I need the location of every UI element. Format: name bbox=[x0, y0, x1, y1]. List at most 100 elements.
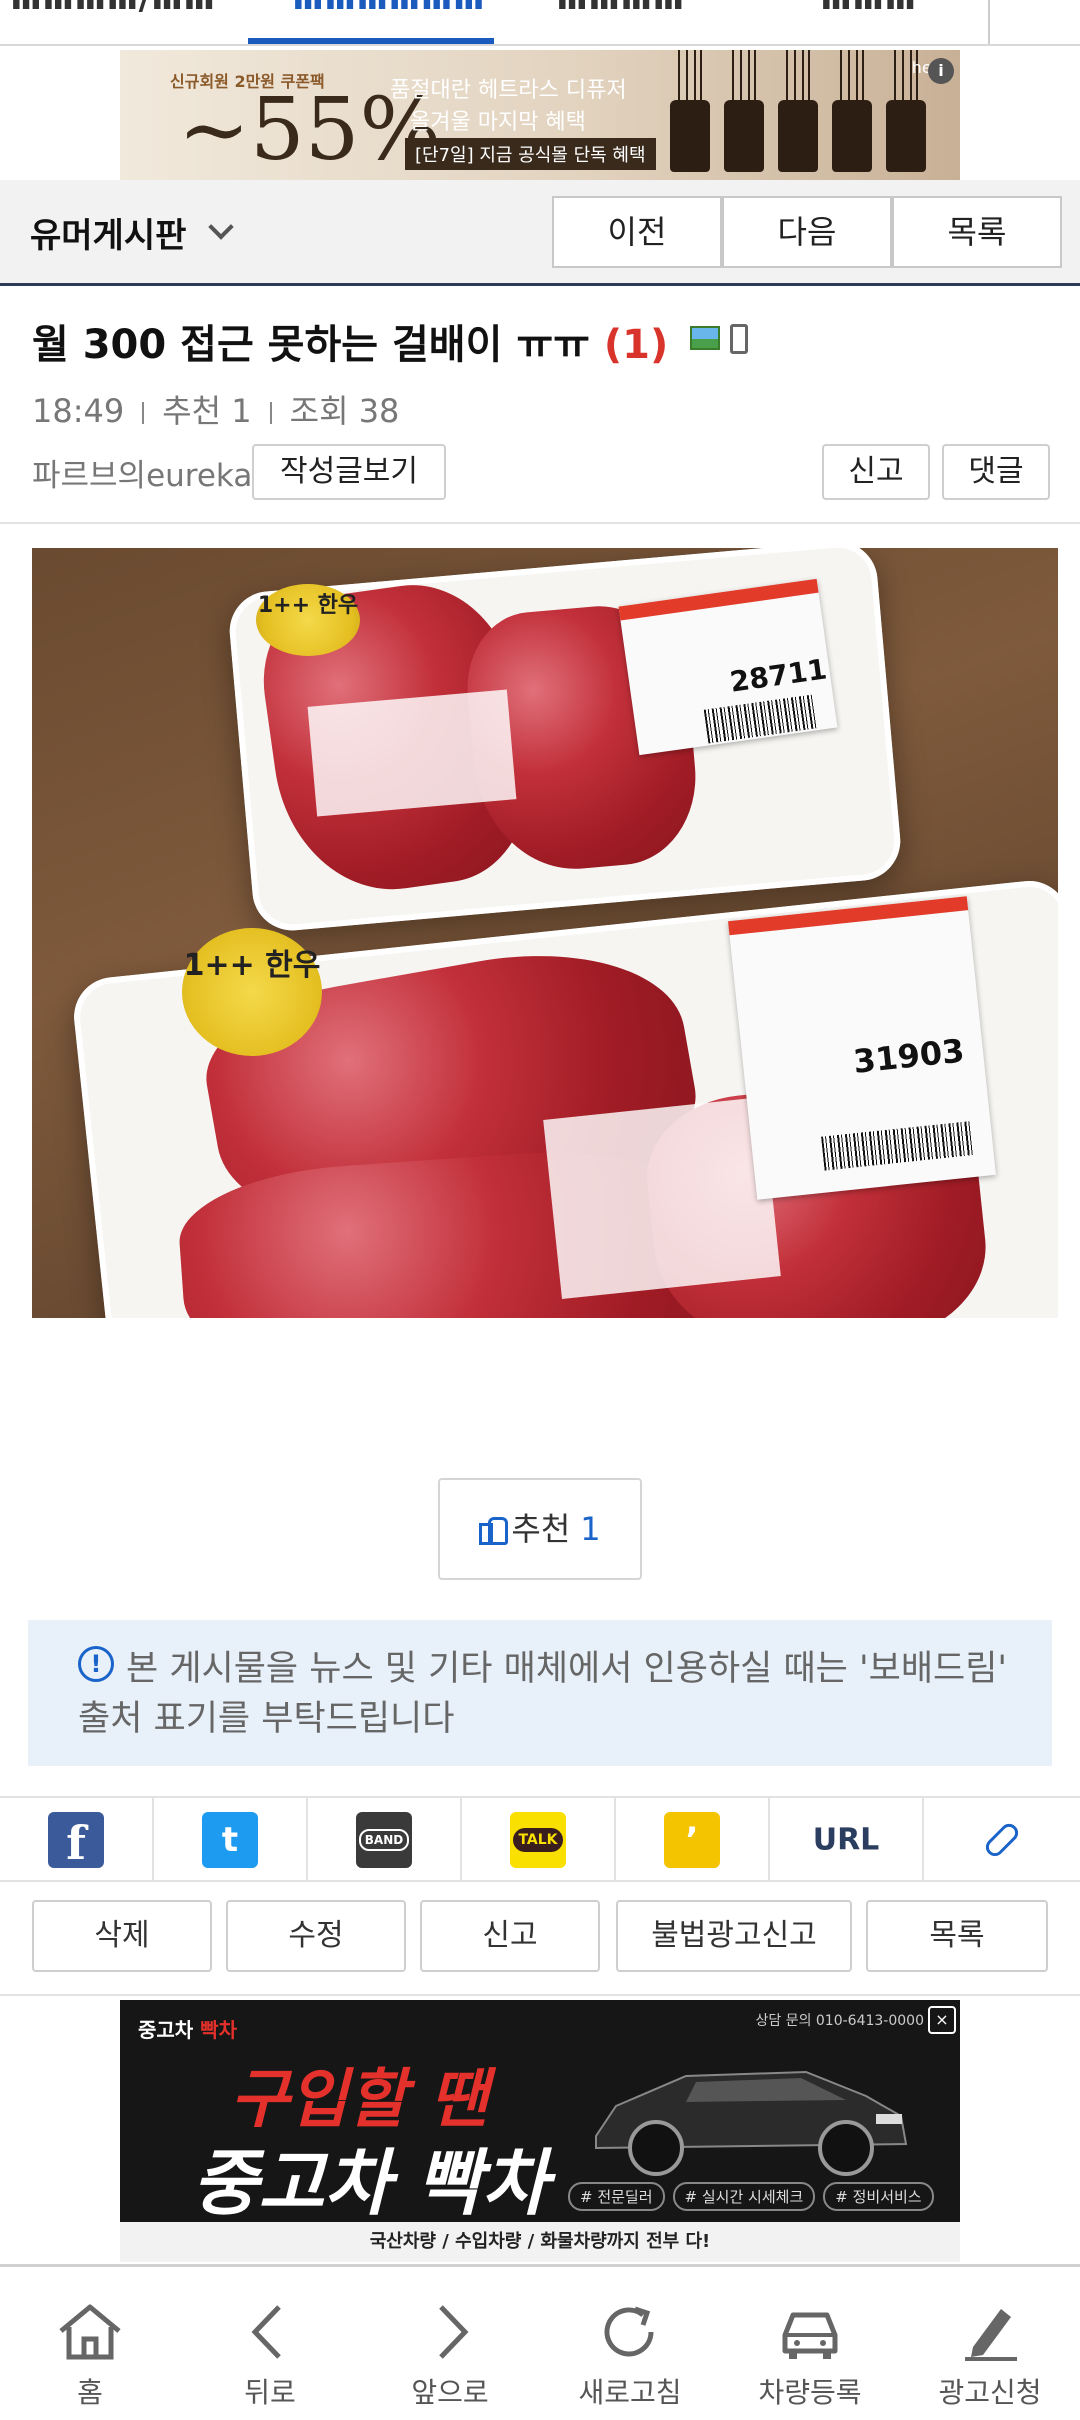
edit-button[interactable]: 수정 bbox=[226, 1900, 406, 1972]
ad-info-icon[interactable]: i bbox=[928, 58, 954, 84]
share-url[interactable]: URL bbox=[770, 1798, 924, 1882]
meta-separator bbox=[142, 402, 145, 424]
nav-refresh[interactable]: 새로고침 bbox=[540, 2267, 720, 2420]
tab-1[interactable]: ⅢⅢⅢⅢ/ⅢⅢ bbox=[10, 0, 215, 38]
price-value: 31903 bbox=[851, 1031, 967, 1081]
post-time: 18:49 bbox=[32, 392, 125, 430]
top-tab-bar: ⅢⅢⅢⅢ/ⅢⅢ ⅢⅢⅢⅢⅢⅢ ⅢⅢⅢⅢ ⅢⅢⅢ bbox=[0, 0, 1080, 46]
ad-brand: 중고차 빡차 bbox=[138, 2014, 237, 2043]
chevron-left-icon bbox=[251, 2305, 281, 2359]
post-title-text: 월 300 접근 못하는 걸배이 ㅠㅠ bbox=[32, 322, 590, 368]
divider bbox=[0, 1994, 1080, 1996]
recommend-label: 추천 bbox=[511, 1510, 571, 1548]
post-view-count: 조회 38 bbox=[289, 392, 400, 430]
view-author-posts-button[interactable]: 작성글보기 bbox=[252, 444, 446, 500]
ad-brand-prefix: 중고차 bbox=[138, 2018, 194, 2042]
nav-ad-apply[interactable]: 광고신청 bbox=[900, 2267, 1080, 2420]
barcode bbox=[821, 1121, 974, 1171]
ad-footer: 국산차량 / 수입차량 / 화물차량까지 전부 다! bbox=[120, 2222, 960, 2262]
share-twitter[interactable]: t bbox=[154, 1798, 308, 1882]
share-copy-link[interactable] bbox=[924, 1798, 1080, 1882]
board-name[interactable]: 유머게시판 bbox=[30, 208, 186, 257]
kakao-icon-label: TALK bbox=[513, 1828, 563, 1852]
nav-home[interactable]: 홈 bbox=[0, 2267, 180, 2420]
board-header: 유머게시판 이전 다음 목록 bbox=[0, 180, 1080, 286]
tab-4[interactable]: ⅢⅢⅢ bbox=[820, 0, 916, 38]
ad-close-icon[interactable]: × bbox=[928, 2006, 956, 2034]
next-post-button[interactable]: 다음 bbox=[722, 196, 892, 268]
share-facebook[interactable]: f bbox=[0, 1798, 154, 1882]
active-tab-indicator bbox=[248, 38, 494, 44]
kakaostory-icon: ’ bbox=[664, 1812, 720, 1868]
bottom-nav-bar: 홈 뒤로 앞으로 새로고침 차량등록 광고신청 bbox=[0, 2264, 1080, 2420]
nav-back-label: 뒤로 bbox=[244, 2376, 296, 2409]
comment-count[interactable]: (1) bbox=[604, 322, 668, 368]
ad-tag: [단7일] 지금 공식몰 단독 혜택 bbox=[405, 138, 656, 170]
chevron-right-icon bbox=[439, 2305, 469, 2359]
top-ad-banner[interactable]: 신규회원 2만원 쿠폰팩 ~55% 품절대란 헤트라스 디퓨저 올겨울 마지막 … bbox=[120, 50, 960, 180]
meta-separator bbox=[269, 402, 272, 424]
price-label: 28711 bbox=[618, 578, 838, 756]
band-icon: BAND bbox=[356, 1812, 412, 1868]
delete-button[interactable]: 삭제 bbox=[32, 1900, 212, 1972]
share-kakaotalk[interactable]: TALK bbox=[462, 1798, 616, 1882]
divider bbox=[0, 522, 1080, 524]
tab-humor[interactable]: ⅢⅢⅢⅢⅢⅢ bbox=[292, 0, 485, 38]
ad-tag: # 전문딜러 bbox=[568, 2182, 665, 2211]
share-kakaostory[interactable]: ’ bbox=[616, 1798, 770, 1882]
nav-car-register[interactable]: 차량등록 bbox=[720, 2267, 900, 2420]
nav-car-register-label: 차량등록 bbox=[758, 2376, 862, 2409]
hanwoo-sticker: 1++ 한우 bbox=[256, 584, 360, 656]
illegal-ad-report-button[interactable]: 불법광고신고 bbox=[616, 1900, 852, 1972]
report-button[interactable]: 신고 bbox=[822, 444, 930, 500]
thumbs-up-icon bbox=[479, 1515, 509, 1545]
home-icon bbox=[59, 2304, 121, 2360]
comment-button[interactable]: 댓글 bbox=[942, 444, 1050, 500]
price-label: 31903 bbox=[728, 896, 996, 1200]
price-value: 28711 bbox=[727, 652, 829, 699]
ad-tag: # 정비서비스 bbox=[823, 2182, 934, 2211]
suv-car-image bbox=[595, 2070, 908, 2176]
report-post-button[interactable]: 신고 bbox=[420, 1900, 600, 1972]
share-bar: f t BAND TALK ’ URL bbox=[0, 1796, 1080, 1882]
ad-headline-2: 중고차 빡차 bbox=[192, 2141, 549, 2225]
mobile-icon bbox=[730, 324, 748, 354]
packaging-sheet bbox=[307, 689, 517, 817]
post-image[interactable]: 1++ 한우 28711 1++ 한우 31903 bbox=[32, 548, 1058, 1318]
pencil-icon bbox=[965, 2309, 1017, 2361]
twitter-icon: t bbox=[202, 1812, 258, 1868]
notice-box: ! 본 게시물을 뉴스 및 기타 매체에서 인용하실 때는 '보배드림' 출처 … bbox=[28, 1620, 1052, 1766]
url-label: URL bbox=[812, 1822, 880, 1858]
nav-forward[interactable]: 앞으로 bbox=[360, 2267, 540, 2420]
nav-home-label: 홈 bbox=[77, 2376, 103, 2409]
nav-refresh-label: 새로고침 bbox=[578, 2376, 682, 2409]
ad-brand-name: 빡차 bbox=[200, 2018, 237, 2042]
tab-divider bbox=[988, 0, 990, 44]
post-recommend-count: 추천 1 bbox=[162, 392, 252, 430]
nav-ad-apply-label: 광고신청 bbox=[938, 2376, 1042, 2409]
paperclip-icon bbox=[982, 1820, 1022, 1860]
nav-forward-label: 앞으로 bbox=[411, 2376, 489, 2409]
hanwoo-sticker: 1++ 한우 bbox=[182, 928, 322, 1056]
notice-text: 본 게시물을 뉴스 및 기타 매체에서 인용하실 때는 '보배드림' 출처 표기… bbox=[78, 1649, 1008, 1739]
recommend-button[interactable]: 추천 1 bbox=[438, 1478, 642, 1580]
bottom-ad-banner[interactable]: 중고차 빡차 상담 문의 010-6413-0000 × 구입할 땐 중고차 빡… bbox=[120, 2000, 960, 2262]
author-name[interactable]: 파르브의eureka bbox=[32, 450, 252, 495]
prev-post-button[interactable]: 이전 bbox=[552, 196, 722, 268]
ad-line-1: 품절대란 헤트라스 디퓨저 bbox=[390, 78, 627, 103]
ad-contact: 상담 문의 010-6413-0000 bbox=[755, 2013, 924, 2029]
kakaotalk-icon: TALK bbox=[510, 1812, 566, 1868]
list-button[interactable]: 목록 bbox=[892, 196, 1062, 268]
nav-back[interactable]: 뒤로 bbox=[180, 2267, 360, 2420]
car-icon bbox=[782, 2312, 838, 2359]
packaging-sheet bbox=[543, 1096, 781, 1300]
bottom-list-button[interactable]: 목록 bbox=[866, 1900, 1048, 1972]
post-meta: 18:49 추천 1 조회 38 bbox=[32, 386, 399, 432]
band-icon-label: BAND bbox=[358, 1829, 410, 1851]
ad-tags: # 전문딜러 # 실시간 시세체크 # 정비서비스 bbox=[568, 2182, 942, 2211]
chevron-down-icon[interactable] bbox=[208, 214, 234, 240]
share-band[interactable]: BAND bbox=[308, 1798, 462, 1882]
recommend-count: 1 bbox=[580, 1510, 601, 1548]
tab-3[interactable]: ⅢⅢⅢⅢ bbox=[556, 0, 685, 38]
facebook-icon: f bbox=[48, 1812, 104, 1870]
